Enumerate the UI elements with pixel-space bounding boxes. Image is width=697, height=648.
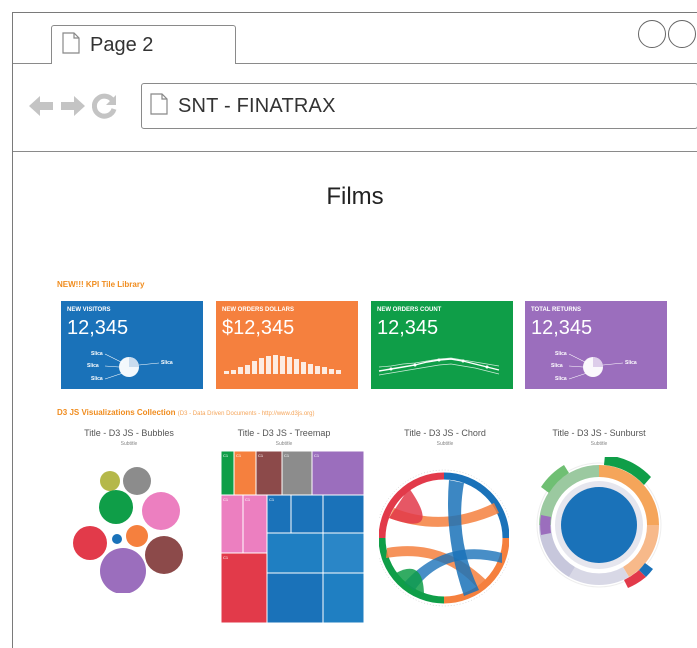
back-arrow-icon[interactable] xyxy=(27,92,55,120)
bubble xyxy=(126,525,148,547)
pie-mini-chart xyxy=(104,353,160,380)
page-icon xyxy=(62,32,80,59)
chord-diagram xyxy=(379,469,509,607)
treemap-cell xyxy=(311,451,365,496)
kpi-tile-returns[interactable]: TOTAL RETURNS 12,345 Slica Slica Slica S… xyxy=(525,301,667,389)
viz-title-chord: Title - D3 JS - Chord xyxy=(404,428,486,438)
bubble-chart xyxy=(73,467,183,593)
treemap-cell xyxy=(322,494,365,534)
kpi-tile-visitors[interactable]: NEW VISITORS 12,345 Slica Slica Slica Sl… xyxy=(61,301,203,389)
pie-legend-label: Slica xyxy=(87,363,99,369)
kpi-value: 12,345 xyxy=(377,317,439,339)
treemap-cell-label: C1 xyxy=(269,497,275,502)
kpi-tile-orders-count[interactable]: NEW ORDERS COUNT 12,345 xyxy=(371,301,513,389)
pie-legend-label: Slica xyxy=(555,351,567,357)
pie-legend-label: Slica xyxy=(91,351,103,357)
reload-icon[interactable] xyxy=(91,92,119,120)
viz-heading-subtext: (D3 - Data Driven Documents - http://www… xyxy=(177,411,315,417)
treemap-cell-label: C1 xyxy=(314,453,320,458)
tab-page[interactable]: Page 2 xyxy=(51,25,236,65)
bubble xyxy=(73,526,107,560)
page-icon xyxy=(150,92,168,120)
bubble xyxy=(100,471,120,491)
treemap-cell-label: C1 xyxy=(245,497,251,502)
pie-legend-label: Slica xyxy=(551,363,563,369)
pie-legend-label: Slica xyxy=(161,360,173,366)
bar-mini-chart xyxy=(224,355,341,374)
viz-subtitle-sunburst: Subtitle xyxy=(590,441,608,447)
bubble xyxy=(145,536,183,574)
viz-subtitle-treemap: Subtitle xyxy=(275,441,293,447)
line-mini-chart xyxy=(378,357,500,376)
navigation-bar: SNT - FINATRAX xyxy=(13,64,697,152)
pie-legend-label: Slica xyxy=(91,376,103,382)
pie-legend-label: Slica xyxy=(555,376,567,382)
page-title: Films xyxy=(326,183,384,210)
forward-arrow-icon[interactable] xyxy=(59,92,87,120)
treemap-cell-label: C1 xyxy=(236,453,242,458)
viz-title-treemap: Title - D3 JS - Treemap xyxy=(237,428,331,438)
bubble xyxy=(142,492,180,530)
kpi-value: 12,345 xyxy=(531,317,593,339)
treemap-cell xyxy=(221,552,268,623)
kpi-section-heading: NEW!!! KPI Tile Library xyxy=(57,280,145,289)
sunburst-chart xyxy=(536,457,662,588)
treemap-cell-label: C1 xyxy=(223,555,229,560)
kpi-value: 12,345 xyxy=(67,317,129,339)
bubble xyxy=(112,534,122,544)
viz-subtitle-bubbles: Subtitle xyxy=(120,441,138,447)
treemap-cell-label: C1 xyxy=(284,453,290,458)
kpi-label: NEW VISITORS xyxy=(67,307,111,313)
kpi-value: $12,345 xyxy=(222,317,295,339)
treemap-cell-label: C1 xyxy=(223,497,229,502)
browser-window: Page 2 SNT - FINATRAX Films NEW!!! KPI T… xyxy=(12,12,697,648)
kpi-label: NEW ORDERS COUNT xyxy=(377,307,442,313)
treemap-cell xyxy=(290,494,324,534)
page-content: Films NEW!!! KPI Tile Library NEW VISITO… xyxy=(13,153,697,648)
tab-label: Page 2 xyxy=(90,34,154,56)
bubble xyxy=(123,467,151,495)
treemap-cell xyxy=(266,532,324,574)
treemap-cell xyxy=(266,572,324,623)
window-minimize-button[interactable] xyxy=(638,20,666,48)
viz-section-heading: D3 JS Visualizations Collection (D3 - Da… xyxy=(57,408,315,417)
pie-legend-label: Slica xyxy=(625,360,637,366)
treemap-cell-label: C1 xyxy=(258,453,264,458)
window-controls xyxy=(638,20,697,48)
viz-heading-text: D3 JS Visualizations Collection xyxy=(57,408,176,417)
kpi-label: TOTAL RETURNS xyxy=(531,307,582,313)
viz-title-sunburst: Title - D3 JS - Sunburst xyxy=(552,428,646,438)
kpi-tile-orders-dollars[interactable]: NEW ORDERS DOLLARS $12,345 xyxy=(216,301,358,389)
address-bar[interactable]: SNT - FINATRAX xyxy=(141,83,697,129)
viz-title-bubbles: Title - D3 JS - Bubbles xyxy=(84,428,174,438)
viz-subtitle-chord: Subtitle xyxy=(436,441,454,447)
treemap-cell xyxy=(221,494,244,554)
bubble xyxy=(99,490,133,524)
pie-mini-chart xyxy=(568,353,624,380)
tab-strip: Page 2 xyxy=(13,13,697,65)
address-text: SNT - FINATRAX xyxy=(178,94,336,117)
treemap-cell-label: C1 xyxy=(223,453,229,458)
treemap-cell xyxy=(322,532,365,574)
treemap-chart xyxy=(221,451,365,623)
treemap-cell xyxy=(322,572,365,623)
kpi-label: NEW ORDERS DOLLARS xyxy=(222,307,294,313)
window-maximize-button[interactable] xyxy=(668,20,696,48)
treemap-cell xyxy=(242,494,268,554)
bubble xyxy=(100,548,146,593)
